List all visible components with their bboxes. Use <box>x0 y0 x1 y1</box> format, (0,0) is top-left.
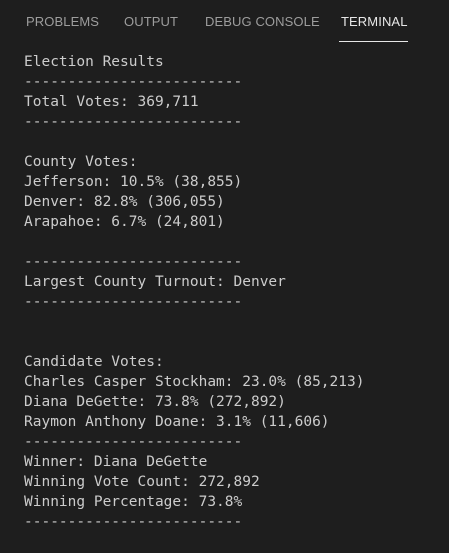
terminal-line: Diana DeGette: 73.8% (272,892) <box>24 394 286 410</box>
terminal-line: Winning Vote Count: 272,892 <box>24 474 260 490</box>
terminal-line: Denver: 82.8% (306,055) <box>24 194 225 210</box>
terminal-line: County Votes: <box>24 154 138 170</box>
terminal-output[interactable]: Election Results -----------------------… <box>24 52 444 532</box>
tab-problems[interactable]: PROBLEMS <box>26 14 99 29</box>
terminal-line: Charles Casper Stockham: 23.0% (85,213) <box>24 374 365 390</box>
terminal-line: Arapahoe: 6.7% (24,801) <box>24 214 225 230</box>
terminal-line: ------------------------- <box>24 254 243 270</box>
terminal-line: Candidate Votes: <box>24 354 164 370</box>
terminal-line: ------------------------- <box>24 514 243 530</box>
terminal-line: Raymon Anthony Doane: 3.1% (11,606) <box>24 414 330 430</box>
terminal-line: Jefferson: 10.5% (38,855) <box>24 174 243 190</box>
terminal-line: ------------------------- <box>24 114 243 130</box>
terminal-line: Election Results <box>24 54 164 70</box>
terminal-line: Total Votes: 369,711 <box>24 94 199 110</box>
terminal-line: Largest County Turnout: Denver <box>24 274 286 290</box>
terminal-line: Winning Percentage: 73.8% <box>24 494 243 510</box>
tab-debug-console[interactable]: DEBUG CONSOLE <box>205 14 320 29</box>
tab-output[interactable]: OUTPUT <box>124 14 178 29</box>
panel-tab-bar: PROBLEMS OUTPUT DEBUG CONSOLE TERMINAL <box>0 0 449 44</box>
terminal-line: Winner: Diana DeGette <box>24 454 208 470</box>
tab-terminal[interactable]: TERMINAL <box>341 14 408 29</box>
active-tab-indicator <box>339 41 408 42</box>
terminal-line: ------------------------- <box>24 74 243 90</box>
terminal-line: ------------------------- <box>24 434 243 450</box>
terminal-line: ------------------------- <box>24 294 243 310</box>
